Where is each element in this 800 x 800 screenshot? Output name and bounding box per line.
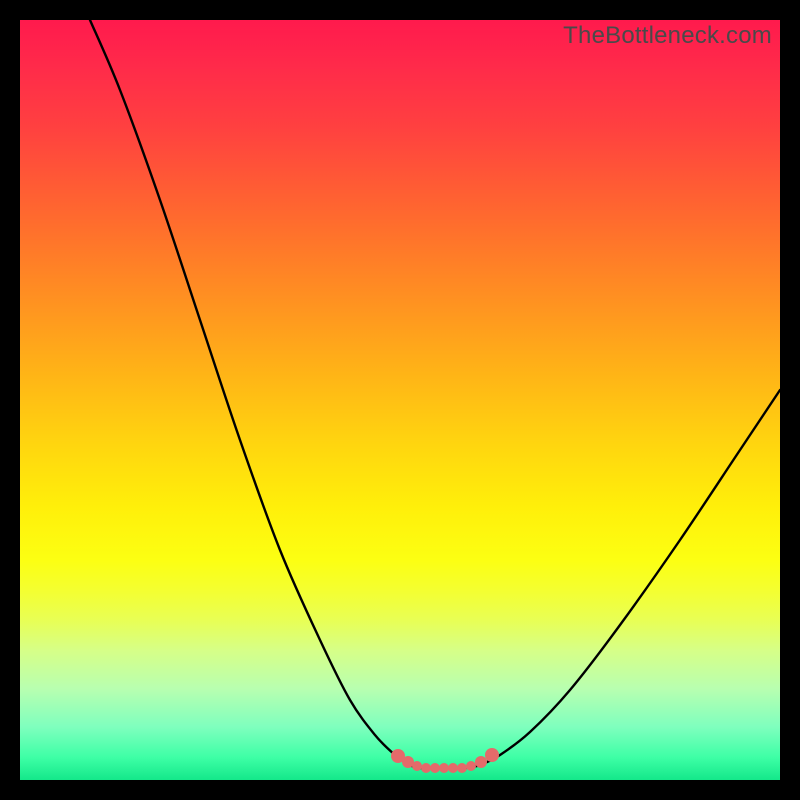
marker-dot [466,761,476,771]
bottleneck-curve [90,20,780,768]
bottom-marker-cluster [391,748,499,773]
marker-dot [448,763,458,773]
chart-frame: TheBottleneck.com [0,0,800,800]
marker-dot [421,763,431,773]
marker-dot [485,748,499,762]
marker-dot [430,763,440,773]
chart-plot-area: TheBottleneck.com [20,20,780,780]
marker-dot [439,763,449,773]
marker-dot [457,763,467,773]
marker-dot [412,761,422,771]
chart-svg [20,20,780,780]
marker-dot [475,756,487,768]
